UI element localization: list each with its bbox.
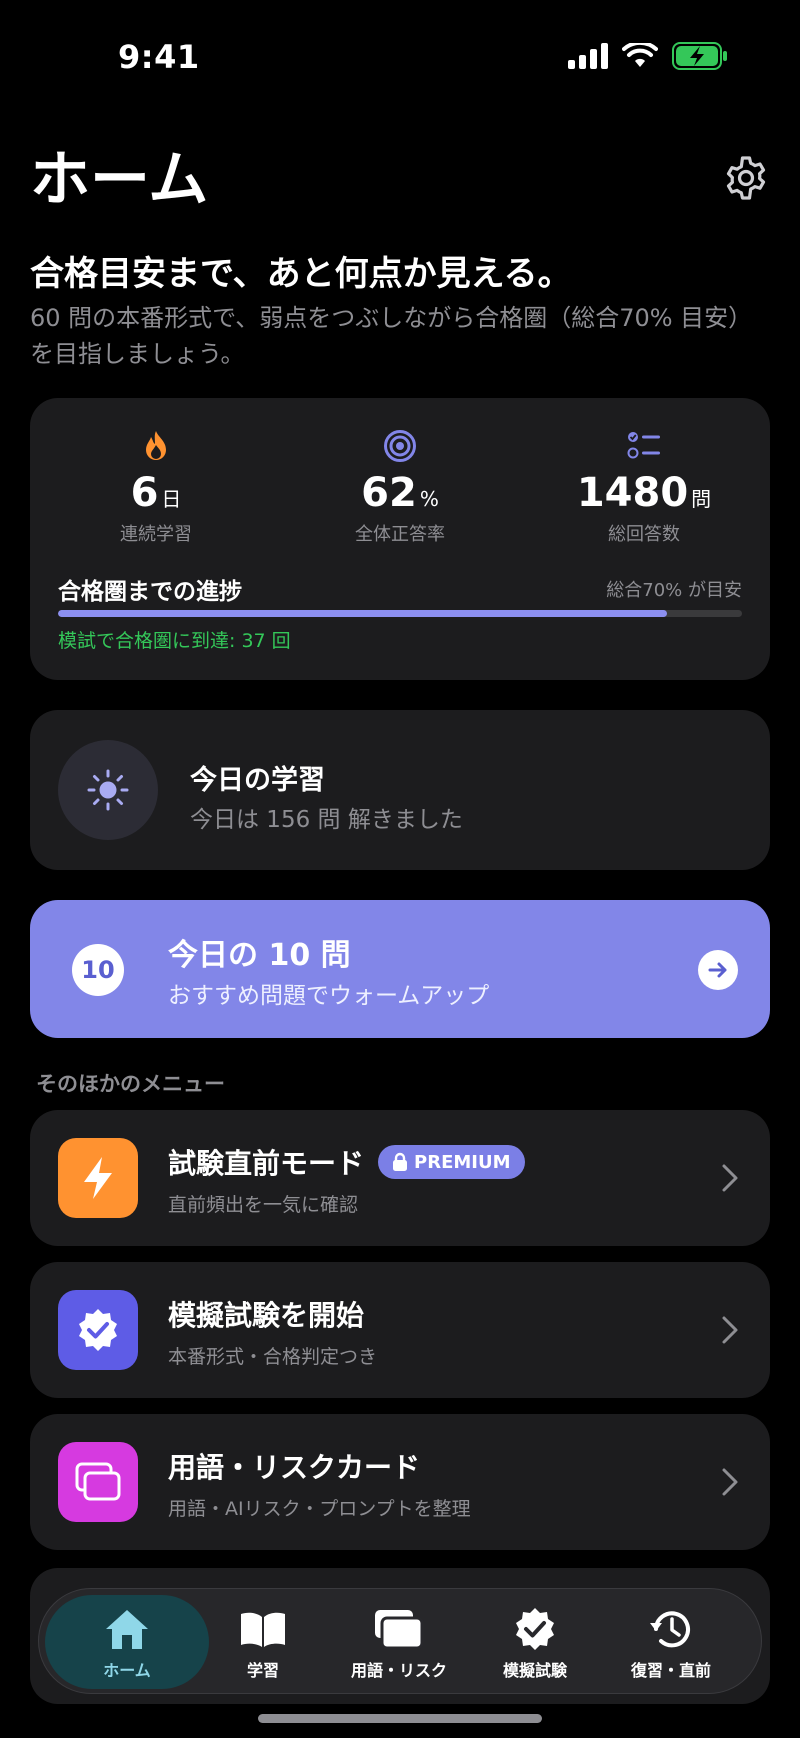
home-indicator[interactable] bbox=[258, 1714, 542, 1723]
progress-target: 総合70% が目安 bbox=[606, 580, 742, 601]
tab-study-label: 学習 bbox=[246, 1661, 279, 1680]
verified-badge-icon bbox=[516, 1608, 554, 1650]
battery-charging-icon bbox=[672, 42, 727, 70]
menu-item-term-cards-title: 用語・リスクカード bbox=[168, 1451, 421, 1484]
menu-item-mock-exam[interactable]: 模擬試験を開始 本番形式・合格判定つき bbox=[30, 1262, 770, 1398]
stat-streak: 6 日 連続学習 bbox=[36, 428, 276, 546]
menu-item-term-cards[interactable]: 用語・リスクカード 用語・AIリスク・プロンプトを整理 bbox=[30, 1414, 770, 1550]
stat-total-unit: 問 bbox=[691, 487, 712, 511]
menu-item-term-cards-subtitle: 用語・AIリスク・プロンプトを整理 bbox=[168, 1498, 471, 1520]
page-title: ホーム bbox=[30, 145, 209, 215]
daily-ten-button[interactable]: 10 今日の 10 問 おすすめ問題でウォームアップ bbox=[30, 900, 770, 1038]
menu-item-exam-prep-title: 試験直前モード bbox=[168, 1147, 365, 1180]
history-icon bbox=[650, 1611, 690, 1648]
menu-item-title: 試験直前モード PREMIUM bbox=[168, 1142, 525, 1182]
chevron-right-icon bbox=[722, 1316, 738, 1344]
arrow-right-icon bbox=[698, 950, 738, 990]
stat-accuracy-value: 62 bbox=[361, 470, 417, 516]
premium-label: PREMIUM bbox=[414, 1151, 511, 1173]
status-icons bbox=[568, 42, 728, 70]
sun-icon bbox=[87, 769, 129, 811]
daily-ten-title: 今日の 10 問 bbox=[168, 938, 351, 973]
stat-total: 1480 問 総回答数 bbox=[524, 428, 764, 546]
progress-bar bbox=[58, 610, 742, 617]
bolt-icon bbox=[84, 1157, 112, 1199]
status-time: 9:41 bbox=[118, 38, 200, 76]
target-icon bbox=[384, 430, 416, 462]
intro-subtext: 60 問の本番形式で、弱点をつぶしながら合格圏（総合70% 目安）を目指しましょ… bbox=[30, 304, 741, 368]
stat-streak-unit: 日 bbox=[161, 487, 182, 511]
tab-home[interactable]: ホーム bbox=[59, 1607, 195, 1681]
book-icon bbox=[241, 1612, 285, 1647]
tab-review-label: 復習・直前 bbox=[630, 1661, 711, 1680]
status-bar: 9:41 bbox=[0, 0, 800, 110]
wifi-icon bbox=[622, 43, 658, 67]
stat-streak-label: 連続学習 bbox=[120, 524, 192, 545]
stats-card: 6 日 連続学習 62 % 全体正答率 1480 問 総回答数 合格圏までの進捗… bbox=[30, 398, 770, 680]
tab-review[interactable]: 復習・直前 bbox=[603, 1607, 739, 1681]
menu-icon-bg bbox=[58, 1442, 138, 1522]
home-icon bbox=[106, 1610, 148, 1649]
progress-note: 模試で合格圏に到達: 37 回 bbox=[58, 630, 291, 652]
tab-terms-label: 用語・リスク bbox=[350, 1661, 447, 1680]
sun-badge bbox=[58, 740, 158, 840]
gear-icon bbox=[726, 156, 766, 200]
tab-mock-exam-label: 模擬試験 bbox=[502, 1661, 567, 1680]
menu-item-exam-prep-subtitle: 直前頻出を一気に確認 bbox=[168, 1194, 359, 1216]
stat-total-value: 1480 bbox=[576, 470, 689, 516]
chevron-right-icon bbox=[722, 1164, 738, 1192]
stat-total-label: 総回答数 bbox=[608, 524, 680, 545]
cards-icon bbox=[75, 1462, 121, 1501]
menu-item-mock-exam-title: 模擬試験を開始 bbox=[168, 1299, 365, 1332]
progress-bar-fill bbox=[58, 610, 667, 617]
tab-study[interactable]: 学習 bbox=[195, 1607, 331, 1681]
stat-accuracy-unit: % bbox=[419, 487, 439, 511]
menu-item-mock-exam-subtitle: 本番形式・合格判定つき bbox=[168, 1346, 378, 1368]
settings-button[interactable] bbox=[722, 154, 770, 202]
page-header: ホーム bbox=[30, 140, 770, 220]
flame-icon bbox=[146, 431, 166, 460]
stat-accuracy-label: 全体正答率 bbox=[355, 524, 445, 545]
stat-accuracy: 62 % 全体正答率 bbox=[280, 428, 520, 546]
menu-icon-bg bbox=[58, 1290, 138, 1370]
cards-icon bbox=[375, 1610, 424, 1650]
daily-ten-subtitle: おすすめ問題でウォームアップ bbox=[168, 983, 490, 1009]
chevron-right-icon bbox=[722, 1468, 738, 1496]
cellular-signal-icon bbox=[568, 43, 608, 69]
verified-badge-icon bbox=[79, 1309, 117, 1351]
tab-bar: ホーム 学習 用語・リスク 模擬試験 復習・直前 bbox=[38, 1588, 762, 1694]
daily-ten-badge: 10 bbox=[72, 944, 124, 996]
today-subtitle: 今日は 156 問 解きました bbox=[190, 807, 463, 833]
intro-headline: 合格目安まで、あと何点か見える。 bbox=[30, 254, 572, 294]
tab-mock-exam[interactable]: 模擬試験 bbox=[467, 1607, 603, 1681]
today-title: 今日の学習 bbox=[190, 765, 325, 796]
menu-icon-bg bbox=[58, 1138, 138, 1218]
tab-terms[interactable]: 用語・リスク bbox=[331, 1607, 467, 1681]
lock-icon bbox=[393, 1152, 408, 1171]
premium-badge: PREMIUM bbox=[378, 1145, 525, 1179]
menu-item-exam-prep[interactable]: 試験直前モード PREMIUM 直前頻出を一気に確認 bbox=[30, 1110, 770, 1246]
today-study-card[interactable]: 今日の学習 今日は 156 問 解きました bbox=[30, 710, 770, 870]
other-menu-label: そのほかのメニュー bbox=[36, 1072, 225, 1096]
tab-home-label: ホーム bbox=[103, 1661, 151, 1680]
progress-title: 合格圏までの進捗 bbox=[58, 579, 242, 605]
checklist-icon bbox=[627, 432, 660, 459]
stat-streak-value: 6 bbox=[130, 470, 159, 516]
